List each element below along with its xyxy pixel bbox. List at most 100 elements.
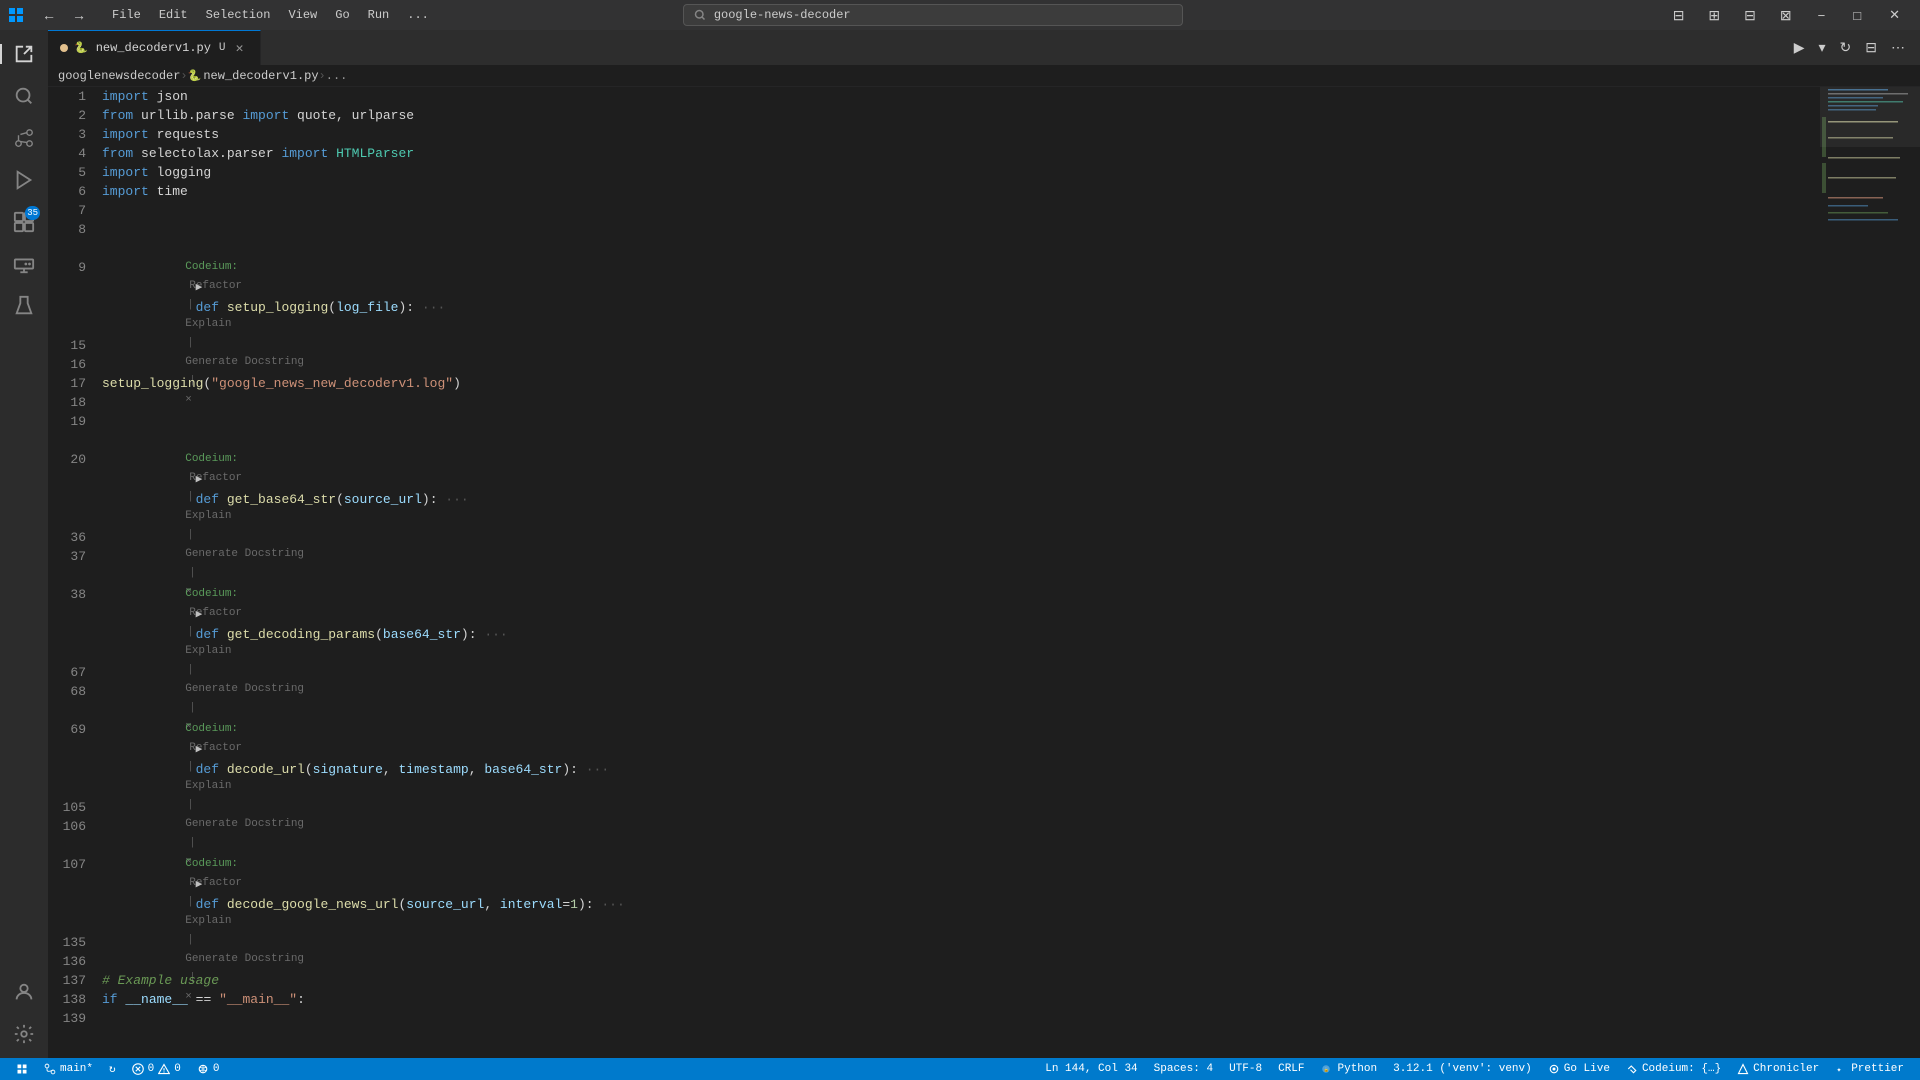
- code-editor[interactable]: 1 import json 2 from urllib.parse import…: [48, 87, 1820, 1058]
- codeium-lens-3: Codeium: Refactor | Explain | Generate D…: [48, 566, 1820, 585]
- breadcrumb-root[interactable]: googlenewsdecoder: [58, 69, 180, 83]
- close-button[interactable]: ✕: [1877, 3, 1912, 28]
- code-content: ▶ def decode_url(signature, timestamp, b…: [100, 720, 1820, 798]
- code-content: import requests: [100, 125, 1820, 144]
- status-chronicler[interactable]: Chronicler: [1729, 1058, 1827, 1080]
- status-encoding[interactable]: UTF-8: [1221, 1058, 1270, 1080]
- layout2-button[interactable]: ⊞: [1698, 3, 1730, 28]
- titlebar: ← → File Edit Selection View Go Run ... …: [0, 0, 1920, 30]
- table-row: 139: [48, 1009, 1820, 1028]
- status-prettier[interactable]: ✦ Prettier: [1827, 1058, 1912, 1080]
- code-content: from selectolax.parser import HTMLParser: [100, 144, 1820, 163]
- tab-new-decoderv1[interactable]: 🐍 new_decoderv1.py U ✕: [48, 30, 261, 65]
- status-right: Ln 144, Col 34 Spaces: 4 UTF-8 CRLF 🔒 Py…: [1037, 1058, 1912, 1080]
- menu-go[interactable]: Go: [327, 6, 357, 24]
- editor-container: 1 import json 2 from urllib.parse import…: [48, 87, 1920, 1058]
- status-python-version[interactable]: 3.12.1 ('venv': venv): [1385, 1058, 1540, 1080]
- errors-label: 0: [148, 1063, 155, 1075]
- status-codeium[interactable]: Codeium: {…}: [1618, 1058, 1729, 1080]
- restart-button[interactable]: ↻: [1835, 36, 1857, 59]
- status-go-live[interactable]: Go Live: [1540, 1058, 1618, 1080]
- menu-selection[interactable]: Selection: [198, 6, 279, 24]
- line-number: 3: [48, 125, 100, 144]
- minimize-button[interactable]: −: [1806, 3, 1838, 28]
- status-language[interactable]: 🔒 Python: [1313, 1058, 1386, 1080]
- nav-back-button[interactable]: ←: [36, 3, 62, 27]
- code-content: from urllib.parse import quote, urlparse: [100, 106, 1820, 125]
- line-number: 17: [48, 374, 100, 393]
- code-content: [100, 1009, 1820, 1028]
- table-row: 38 ▶ def get_decoding_params(base64_str)…: [48, 585, 1820, 663]
- fold-arrow[interactable]: ▶: [196, 744, 203, 756]
- table-row: 7: [48, 201, 1820, 220]
- nav-forward-button[interactable]: →: [66, 3, 92, 27]
- sidebar-item-account[interactable]: [4, 972, 44, 1012]
- dirty-dot: [60, 44, 68, 52]
- fold-arrow[interactable]: ▶: [196, 609, 203, 621]
- menu-more[interactable]: ...: [399, 6, 437, 24]
- codeium-lens-5: Codeium: Refactor | Explain | Generate D…: [48, 836, 1820, 855]
- table-row: 5 import logging: [48, 163, 1820, 182]
- status-spaces[interactable]: Spaces: 4: [1146, 1058, 1221, 1080]
- layout-button[interactable]: ⊟: [1663, 3, 1695, 28]
- run-button[interactable]: ▶: [1789, 36, 1810, 59]
- layout-toggle-button[interactable]: ⊟: [1860, 36, 1882, 59]
- menu-edit[interactable]: Edit: [151, 6, 196, 24]
- fold-arrow[interactable]: ▶: [196, 282, 203, 294]
- sidebar-item-run-debug[interactable]: [4, 160, 44, 200]
- status-position[interactable]: Ln 144, Col 34: [1037, 1058, 1145, 1080]
- breadcrumb-sep1: ›: [180, 69, 187, 83]
- sidebar-item-remote[interactable]: [4, 244, 44, 284]
- status-sync[interactable]: ↻: [101, 1058, 124, 1080]
- table-row: 15: [48, 336, 1820, 355]
- line-number: 20: [48, 450, 100, 469]
- breadcrumb-file[interactable]: new_decoderv1.py: [203, 69, 318, 83]
- customize-layout-button[interactable]: ⊠: [1770, 3, 1802, 28]
- table-row: 2 from urllib.parse import quote, urlpar…: [48, 106, 1820, 125]
- sidebar-item-explorer[interactable]: [4, 34, 44, 74]
- prettier-label: Prettier: [1851, 1063, 1904, 1075]
- tab-file-icon: 🐍: [74, 41, 88, 55]
- table-row: 68: [48, 682, 1820, 701]
- sidebar-item-testing[interactable]: [4, 286, 44, 326]
- tab-dirty-indicator: U: [219, 42, 226, 54]
- fold-arrow[interactable]: ▶: [196, 474, 203, 486]
- status-errors[interactable]: 0 0: [124, 1058, 189, 1080]
- sidebar-item-search[interactable]: [4, 76, 44, 116]
- sidebar-item-extensions[interactable]: 35: [4, 202, 44, 242]
- python-version-label: 3.12.1 ('venv': venv): [1393, 1063, 1532, 1075]
- breadcrumb-more[interactable]: ...: [326, 69, 348, 83]
- status-remote-icon[interactable]: 0: [189, 1058, 228, 1080]
- status-remote[interactable]: [8, 1058, 36, 1080]
- menu-view[interactable]: View: [280, 6, 325, 24]
- maximize-button[interactable]: □: [1841, 3, 1873, 28]
- fold-arrow[interactable]: ▶: [196, 879, 203, 891]
- line-number: 135: [48, 933, 100, 952]
- tab-close-button[interactable]: ✕: [232, 40, 248, 56]
- customize-button[interactable]: ⋯: [1886, 36, 1910, 59]
- layout3-button[interactable]: ⊟: [1734, 3, 1766, 28]
- run-dropdown-button[interactable]: ▾: [1814, 36, 1831, 59]
- sidebar-item-source-control[interactable]: [4, 118, 44, 158]
- window-controls: ⊟ ⊞ ⊟ ⊠ − □ ✕: [1663, 3, 1912, 28]
- code-content: [100, 663, 1820, 682]
- code-content: [100, 798, 1820, 817]
- git-branch-label: main*: [60, 1063, 93, 1075]
- table-row: 137 # Example usage: [48, 971, 1820, 990]
- editor-wrapper: 🐍 new_decoderv1.py U ✕ ▶ ▾ ↻ ⊟ ⋯ googlen…: [48, 30, 1920, 1058]
- menu-file[interactable]: File: [104, 6, 149, 24]
- sidebar-item-settings[interactable]: [4, 1014, 44, 1054]
- status-line-ending[interactable]: CRLF: [1270, 1058, 1312, 1080]
- line-number: 2: [48, 106, 100, 125]
- minimap-slider[interactable]: [1820, 87, 1920, 147]
- line-number: 1: [48, 87, 100, 106]
- code-content: [100, 201, 1820, 220]
- tab-bar: 🐍 new_decoderv1.py U ✕: [48, 30, 1789, 65]
- status-git-branch[interactable]: main*: [36, 1058, 101, 1080]
- line-number: 15: [48, 336, 100, 355]
- chronicler-label: Chronicler: [1753, 1063, 1819, 1075]
- code-content: [100, 682, 1820, 701]
- menu-run[interactable]: Run: [360, 6, 398, 24]
- search-bar[interactable]: google-news-decoder: [683, 4, 1183, 26]
- codeium-status-label: Codeium: {…}: [1642, 1063, 1721, 1075]
